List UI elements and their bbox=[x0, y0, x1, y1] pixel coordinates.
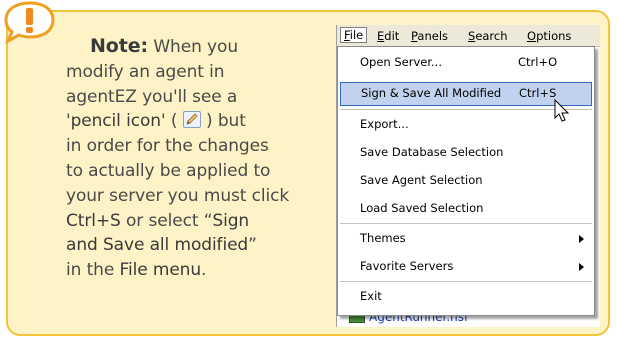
pencil-icon-phrase: pencil icon bbox=[70, 111, 161, 132]
exclamation-icon bbox=[0, 0, 58, 44]
mouse-cursor-icon bbox=[554, 98, 570, 123]
menu-item-exit[interactable]: Exit bbox=[340, 285, 592, 309]
menu-panels[interactable]: Panels bbox=[408, 28, 451, 44]
file-menu-phrase: File menu bbox=[119, 260, 202, 281]
menu-file[interactable]: File bbox=[340, 27, 368, 43]
menu-separator bbox=[340, 281, 592, 282]
menu-edit[interactable]: Edit bbox=[374, 28, 402, 44]
pencil-icon bbox=[182, 111, 201, 129]
menu-separator bbox=[340, 223, 592, 224]
menu-item-open-server[interactable]: Open Server... Ctrl+O bbox=[340, 51, 592, 75]
file-menu-dropdown: Open Server... Ctrl+O Sign & Save All Mo… bbox=[337, 46, 595, 316]
menu-bar: File Edit Panels Search Options bbox=[337, 25, 600, 47]
menu-item-favorite-servers[interactable]: Favorite Servers bbox=[340, 255, 592, 279]
sign-phrase-cont: and Save all modified bbox=[66, 235, 249, 256]
menu-options[interactable]: Options bbox=[524, 28, 574, 44]
sign-phrase: Sign bbox=[212, 210, 250, 231]
menu-item-save-agent-selection[interactable]: Save Agent Selection bbox=[340, 169, 592, 193]
menu-item-load-saved-selection[interactable]: Load Saved Selection bbox=[340, 197, 592, 221]
menu-item-themes[interactable]: Themes bbox=[340, 227, 592, 251]
submenu-arrow-icon bbox=[579, 235, 584, 243]
shortcut-ctrl-s: Ctrl+S bbox=[66, 210, 121, 231]
menu-search[interactable]: Search bbox=[465, 28, 511, 44]
menu-item-save-database-selection[interactable]: Save Database Selection bbox=[340, 141, 592, 165]
app-screenshot: AgentRunner.nsf File Edit Panels Search … bbox=[336, 25, 600, 327]
submenu-arrow-icon bbox=[579, 263, 584, 271]
note-label: Note: bbox=[90, 35, 149, 57]
note-text: Note: When you modify an agent in agentE… bbox=[66, 35, 290, 281]
